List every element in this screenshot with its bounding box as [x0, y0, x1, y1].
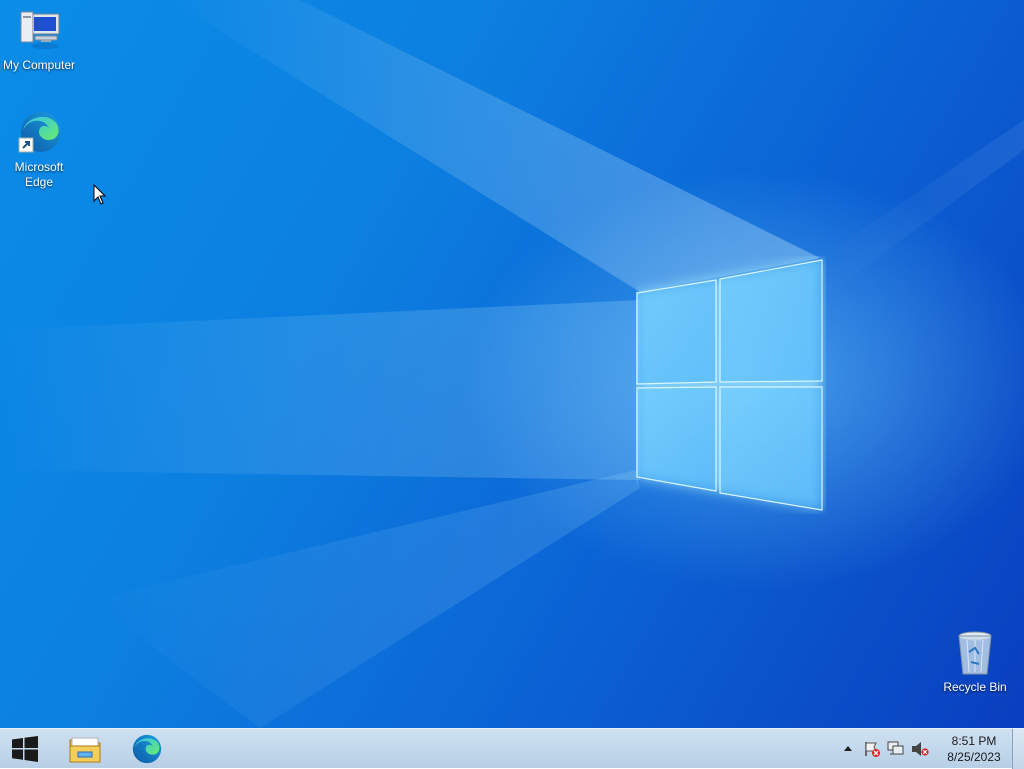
clock-time: 8:51 PM — [951, 734, 997, 748]
desktop-icon-recycle-bin[interactable]: Recycle Bin — [936, 630, 1014, 695]
tray-volume[interactable] — [910, 739, 930, 759]
recycle-bin-icon — [951, 630, 999, 678]
desktop[interactable]: My Computer Microsoft Edge Recycle Bin — [0, 0, 1024, 728]
show-desktop-button[interactable] — [1012, 729, 1024, 769]
clock-date: 8/25/2023 — [947, 750, 1001, 764]
show-hidden-icons-button[interactable] — [838, 739, 858, 759]
taskbar-file-explorer[interactable] — [62, 729, 108, 769]
tray-network[interactable] — [886, 739, 906, 759]
windows-start-icon — [12, 736, 38, 762]
chevron-up-icon — [844, 746, 852, 751]
folder-icon — [69, 737, 101, 763]
mouse-pointer-icon — [93, 184, 107, 205]
desktop-icon-my-computer[interactable]: My Computer — [0, 8, 78, 73]
taskbar: 8:51 PM 8/25/2023 — [0, 728, 1024, 769]
tray-action-center[interactable] — [862, 739, 882, 759]
start-button[interactable] — [0, 729, 50, 769]
network-icon — [887, 741, 904, 755]
action-center-flag-icon — [865, 742, 880, 757]
windows-logo-wallpaper — [636, 258, 823, 511]
volume-muted-icon — [912, 742, 929, 756]
system-tray: 8:51 PM 8/25/2023 — [836, 729, 1010, 769]
desktop-icon-label: Recycle Bin — [943, 680, 1007, 694]
desktop-icon-label: Microsoft Edge — [14, 160, 64, 189]
edge-icon — [132, 734, 162, 764]
edge-icon — [15, 110, 63, 158]
taskbar-clock[interactable]: 8:51 PM 8/25/2023 — [938, 733, 1010, 765]
wallpaper-light-beams — [0, 0, 1024, 728]
desktop-icon-microsoft-edge[interactable]: Microsoft Edge — [0, 110, 78, 190]
taskbar-microsoft-edge[interactable] — [124, 729, 170, 769]
desktop-icon-label: My Computer — [2, 58, 76, 72]
computer-icon — [15, 8, 63, 56]
